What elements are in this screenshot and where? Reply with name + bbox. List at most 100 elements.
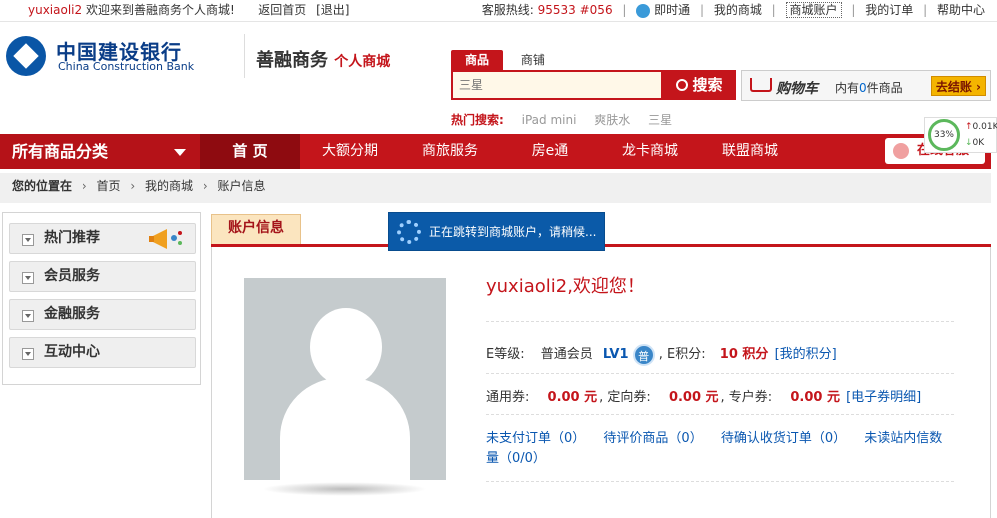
- logout-link[interactable]: [退出]: [316, 3, 349, 17]
- cart-box[interactable]: 购物车 内有0件商品 去结账 ›: [741, 70, 991, 101]
- level-row: E等级: 普通会员 LV1 普 , E积分: 10 积分 [我的积分]: [486, 343, 837, 366]
- hot-search: 热门搜索: iPad mini 爽肤水 三星: [451, 111, 672, 128]
- search-button-label: 搜索: [692, 76, 723, 94]
- exclusive-coupon-value: 0.00 元: [790, 390, 840, 405]
- top-bar: yuxiaoli2 欢迎来到善融商务个人商城! 返回首页 [退出] 客服热线: …: [0, 0, 997, 22]
- sidebar-item-hot[interactable]: 热门推荐: [9, 223, 196, 254]
- redirect-notice: 正在跳转到商城账户，请稍候...: [388, 212, 605, 251]
- logo-divider: [244, 34, 245, 78]
- points-label: , E积分:: [658, 347, 706, 362]
- search-input[interactable]: [453, 72, 661, 98]
- search-tab-shop[interactable]: 商铺: [507, 50, 559, 71]
- hot-word[interactable]: 三星: [648, 113, 672, 127]
- unpaid-orders-link[interactable]: 未支付订单（0）: [486, 431, 585, 446]
- upload-speed: 0.01K: [965, 122, 997, 132]
- account-info-tab[interactable]: 账户信息: [211, 214, 301, 244]
- mall-account-link[interactable]: 商城账户: [785, 2, 842, 18]
- download-speed: 0K: [965, 138, 985, 148]
- ccb-logo-icon[interactable]: [6, 36, 46, 76]
- chevron-right-icon: ›: [130, 179, 136, 193]
- divider: [486, 373, 954, 374]
- search-box: [451, 70, 663, 100]
- sidebar-item-label: 互动中心: [44, 344, 100, 360]
- main-nav: 所有商品分类 首 页 大额分期 商旅服务 房e通 龙卡商城 联盟商城 在线客服: [0, 134, 991, 169]
- cart-count: 内有0件商品: [835, 81, 903, 95]
- hot-word[interactable]: iPad mini: [522, 113, 577, 127]
- to-review-link[interactable]: 待评价商品（0）: [603, 431, 702, 446]
- member-level: LV1: [602, 347, 629, 362]
- cart-count-value: 0: [859, 81, 867, 95]
- search-icon: [676, 79, 689, 91]
- sidebar-item-label: 会员服务: [44, 268, 100, 284]
- sidebar-item-label: 金融服务: [44, 306, 100, 322]
- im-icon: [636, 3, 651, 18]
- nav-item-alliance[interactable]: 联盟商城: [700, 134, 800, 169]
- breadcrumb-item[interactable]: 首页: [96, 179, 120, 193]
- avatar[interactable]: [244, 278, 446, 480]
- top-bar-right: 客服热线: 95533 #056 | 即时通 | 我的商城 | 商城账户 | 我…: [481, 2, 985, 18]
- im-link[interactable]: 即时通: [654, 3, 690, 17]
- hot-search-label: 热门搜索:: [451, 113, 504, 127]
- nav-item-travel[interactable]: 商旅服务: [400, 134, 500, 169]
- top-bar-left: yuxiaoli2 欢迎来到善融商务个人商城! 返回首页 [退出]: [28, 1, 349, 19]
- sidebar-item-interact[interactable]: 互动中心: [9, 337, 196, 368]
- all-categories[interactable]: 所有商品分类: [0, 134, 200, 169]
- order-stats: 未支付订单（0） 待评价商品（0） 待确认收货订单（0） 未读站内信数量（0/0…: [486, 429, 946, 469]
- targeted-coupon-label: , 定向券:: [599, 390, 651, 405]
- avatar-shadow: [262, 482, 427, 496]
- level-label: E等级:: [486, 347, 525, 362]
- shop-name[interactable]: 善融商务 个人商城: [256, 46, 390, 72]
- sidebar-item-finance[interactable]: 金融服务: [9, 299, 196, 330]
- breadcrumb-item[interactable]: 我的商城: [145, 179, 193, 193]
- loading-spinner-icon: [397, 220, 421, 244]
- username-link[interactable]: yuxiaoli2: [28, 3, 82, 17]
- exclusive-coupon-label: , 专户券:: [720, 390, 773, 405]
- divider: [486, 414, 954, 415]
- breadcrumb-current: 账户信息: [217, 179, 266, 193]
- speed-widget[interactable]: 33% 0.01K 0K: [924, 117, 997, 153]
- chevron-right-icon: ›: [81, 179, 87, 193]
- nav-item-longcard[interactable]: 龙卡商城: [600, 134, 700, 169]
- service-icon: [893, 143, 909, 159]
- shop-name-main: 善融商务: [256, 50, 328, 71]
- avatar-body: [280, 378, 410, 480]
- cart-icon: [750, 78, 772, 92]
- coupon-detail-link[interactable]: [电子券明细]: [846, 390, 921, 405]
- redirect-text: 正在跳转到商城账户，请稍候...: [429, 225, 597, 239]
- search-button[interactable]: 搜索: [663, 70, 736, 100]
- welcome-text: 欢迎来到善融商务个人商城!: [85, 3, 235, 17]
- home-link[interactable]: 返回首页: [258, 3, 306, 17]
- my-points-link[interactable]: [我的积分]: [775, 347, 837, 362]
- nav-items: 首 页 大额分期 商旅服务 房e通 龙卡商城 联盟商城: [200, 134, 800, 169]
- breadcrumb-label: 您的位置在: [12, 179, 73, 193]
- speed-gauge: 33%: [928, 119, 960, 151]
- bank-name-en: China Construction Bank: [58, 60, 195, 73]
- targeted-coupon-value: 0.00 元: [668, 390, 719, 405]
- sidebar: 热门推荐 会员服务 金融服务 互动中心: [2, 212, 201, 385]
- to-confirm-link[interactable]: 待确认收货订单（0）: [721, 431, 846, 446]
- my-orders-link[interactable]: 我的订单: [865, 3, 913, 17]
- general-coupon-value: 0.00 元: [547, 390, 598, 405]
- my-mall-link[interactable]: 我的商城: [714, 3, 762, 17]
- hot-word[interactable]: 爽肤水: [594, 113, 630, 127]
- sidebar-item-member[interactable]: 会员服务: [9, 261, 196, 292]
- search-tabs: 商品 商铺: [451, 50, 559, 71]
- hotline-label: 客服热线:: [481, 3, 534, 17]
- cart-title: 购物车: [776, 81, 818, 97]
- level-badge-icon: 普: [632, 343, 655, 366]
- avatar-head: [310, 308, 382, 386]
- nav-item-home[interactable]: 首 页: [200, 134, 300, 169]
- checkout-button[interactable]: 去结账 ›: [930, 76, 986, 96]
- megaphone-icon: [147, 226, 187, 252]
- divider: [486, 321, 954, 322]
- help-link[interactable]: 帮助中心: [937, 3, 985, 17]
- sidebar-item-label: 热门推荐: [44, 230, 100, 246]
- divider: [486, 481, 954, 482]
- points-value: 10 积分: [719, 347, 769, 362]
- chevron-right-icon: ›: [202, 179, 208, 193]
- hotline-number: 95533 #056: [537, 3, 613, 17]
- nav-item-house[interactable]: 房e通: [500, 134, 600, 169]
- search-tab-goods[interactable]: 商品: [451, 50, 504, 71]
- member-type: 普通会员: [540, 347, 593, 362]
- nav-item-installment[interactable]: 大额分期: [300, 134, 400, 169]
